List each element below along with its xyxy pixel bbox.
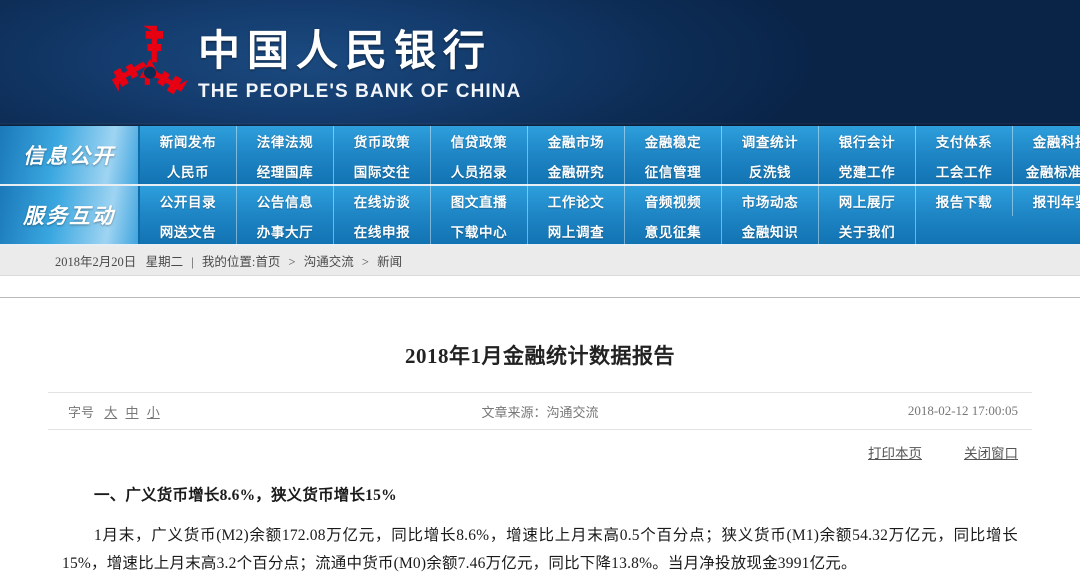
nav-item-market-dynamics[interactable]: 市场动态 <box>722 186 819 216</box>
nav-item-working-papers[interactable]: 工作论文 <box>528 186 625 216</box>
nav-item-international[interactable]: 国际交往 <box>334 156 431 186</box>
article-card: 2018年1月金融统计数据报告 字号 大 中 小 文章来源：沟通交流 2018-… <box>0 298 1080 585</box>
nav-item-monetary-policy[interactable]: 货币政策 <box>334 126 431 156</box>
breadcrumb-bar: 2018年2月20日 星期二 | 我的位置:首页 > 沟通交流 > 新闻 <box>0 246 1080 276</box>
article-source-value: 沟通交流 <box>546 404 599 420</box>
nav-group-label-service-interaction[interactable]: 服务互动 <box>0 186 140 244</box>
nav-item-online-survey[interactable]: 网上调查 <box>528 216 625 246</box>
breadcrumb-separator-2: > <box>361 255 369 269</box>
article-timestamp: 2018-02-12 17:00:05 <box>907 403 1018 418</box>
nav-item-fintech[interactable]: 金融科技 <box>1013 126 1080 156</box>
bank-name-block: 中国人民银行 THE PEOPLE'S BANK OF CHINA <box>198 26 521 104</box>
nav-item-laws-regulations[interactable]: 法律法规 <box>237 126 334 156</box>
article-source-label: 文章来源： <box>481 404 547 420</box>
nav-item-report-download[interactable]: 报告下载 <box>916 186 1013 216</box>
nav-item-service-hall[interactable]: 办事大厅 <box>237 216 334 246</box>
close-window-link[interactable]: 关闭窗口 <box>964 442 1018 462</box>
article-section-heading: 一、广义货币增长8.6%，狭义货币增长15% <box>94 487 397 504</box>
article-body: 一、广义货币增长8.6%，狭义货币增长15% 1月末，广义货币(M2)余额172… <box>48 474 1032 578</box>
nav-item-anti-money-laundering[interactable]: 反洗钱 <box>722 156 819 186</box>
nav-item-online-interview[interactable]: 在线访谈 <box>334 186 431 216</box>
breadcrumb-position-label: 我的位置: <box>201 255 256 269</box>
nav-item-payment-system[interactable]: 支付体系 <box>916 126 1013 156</box>
site-banner: 中国人民银行 THE PEOPLE'S BANK OF CHINA <box>0 0 1080 126</box>
nav-item-trade-union[interactable]: 工会工作 <box>916 156 1013 186</box>
nav-item-financial-research[interactable]: 金融研究 <box>528 156 625 186</box>
page-root: 中国人民银行 THE PEOPLE'S BANK OF CHINA 信息公开 新… <box>0 0 1080 586</box>
nav-item-yearbook[interactable]: 报刊年鉴 <box>1013 186 1080 216</box>
nav-item-public-directory[interactable]: 公开目录 <box>140 186 237 216</box>
nav-item-rmb[interactable]: 人民币 <box>140 156 237 186</box>
breadcrumb-link-communication[interactable]: 沟通交流 <box>304 255 354 269</box>
nav-item-live-broadcast[interactable]: 图文直播 <box>431 186 528 216</box>
nav-item-survey-statistics[interactable]: 调查统计 <box>722 126 819 156</box>
breadcrumb-date: 2018年2月20日 <box>55 255 137 269</box>
nav-item-credit-policy[interactable]: 信贷政策 <box>431 126 528 156</box>
breadcrumb: 2018年2月20日 星期二 | 我的位置:首页 > 沟通交流 > 新闻 <box>55 251 402 270</box>
nav-cells-service-interaction: 公开目录 公告信息 在线访谈 图文直播 工作论文 音频视频 市场动态 网上展厅 … <box>140 186 1080 246</box>
content-background: 2018年1月金融统计数据报告 字号 大 中 小 文章来源：沟通交流 2018-… <box>0 298 1080 585</box>
nav-item-financial-standards[interactable]: 金融标准化 <box>1013 156 1080 186</box>
article-actions: 打印本页 关闭窗口 <box>48 430 1032 474</box>
bank-name-en: THE PEOPLE'S BANK OF CHINA <box>198 81 522 102</box>
nav-item-financial-market[interactable]: 金融市场 <box>528 126 625 156</box>
nav-item-announcements[interactable]: 公告信息 <box>237 186 334 216</box>
nav-item-news-release[interactable]: 新闻发布 <box>140 126 237 156</box>
nav-item-about-us[interactable]: 关于我们 <box>819 216 916 246</box>
nav-group-info-disclosure: 信息公开 新闻发布 法律法规 货币政策 信贷政策 金融市场 金融稳定 调查统计 … <box>0 126 1080 186</box>
breadcrumb-separator-1: > <box>288 255 296 269</box>
nav-group-label-info-disclosure[interactable]: 信息公开 <box>0 126 140 184</box>
nav-item-empty-1 <box>916 216 1013 246</box>
breadcrumb-weekday: 星期二 <box>145 255 184 269</box>
breadcrumb-link-news[interactable]: 新闻 <box>377 255 402 269</box>
nav-item-online-filing[interactable]: 在线申报 <box>334 216 431 246</box>
article-paragraph: 1月末，广义货币(M2)余额172.08万亿元，同比增长8.6%，增速比上月末高… <box>62 527 1018 572</box>
page-title: 2018年1月金融统计数据报告 <box>405 344 675 368</box>
nav-item-download-center[interactable]: 下载中心 <box>431 216 528 246</box>
nav-item-financial-knowledge[interactable]: 金融知识 <box>722 216 819 246</box>
pboc-logo-icon[interactable] <box>104 24 196 104</box>
nav-item-audio-video[interactable]: 音频视频 <box>625 186 722 216</box>
print-page-link[interactable]: 打印本页 <box>868 442 922 462</box>
nav-item-document-delivery[interactable]: 网送文告 <box>140 216 237 246</box>
nav-item-financial-stability[interactable]: 金融稳定 <box>625 126 722 156</box>
nav-item-online-exhibition[interactable]: 网上展厅 <box>819 186 916 216</box>
main-navigation: 信息公开 新闻发布 法律法规 货币政策 信贷政策 金融市场 金融稳定 调查统计 … <box>0 126 1080 246</box>
nav-item-feedback[interactable]: 意见征集 <box>625 216 722 246</box>
nav-item-empty-2 <box>1013 216 1080 246</box>
article-source: 文章来源：沟通交流 <box>48 402 1032 421</box>
content-top-strip <box>0 276 1080 298</box>
nav-group-service-interaction: 服务互动 公开目录 公告信息 在线访谈 图文直播 工作论文 音频视频 市场动态 … <box>0 186 1080 246</box>
bank-name-cn: 中国人民银行 <box>198 29 493 75</box>
nav-item-bank-accounting[interactable]: 银行会计 <box>819 126 916 156</box>
article-meta-row: 字号 大 中 小 文章来源：沟通交流 2018-02-12 17:00:05 <box>48 392 1032 430</box>
nav-item-credit-reference[interactable]: 征信管理 <box>625 156 722 186</box>
nav-item-treasury-management[interactable]: 经理国库 <box>237 156 334 186</box>
nav-item-party-building[interactable]: 党建工作 <box>819 156 916 186</box>
nav-cells-info-disclosure: 新闻发布 法律法规 货币政策 信贷政策 金融市场 金融稳定 调查统计 银行会计 … <box>140 126 1080 186</box>
nav-item-recruitment[interactable]: 人员招录 <box>431 156 528 186</box>
breadcrumb-divider: | <box>191 255 194 269</box>
breadcrumb-link-home[interactable]: 首页 <box>255 255 280 269</box>
